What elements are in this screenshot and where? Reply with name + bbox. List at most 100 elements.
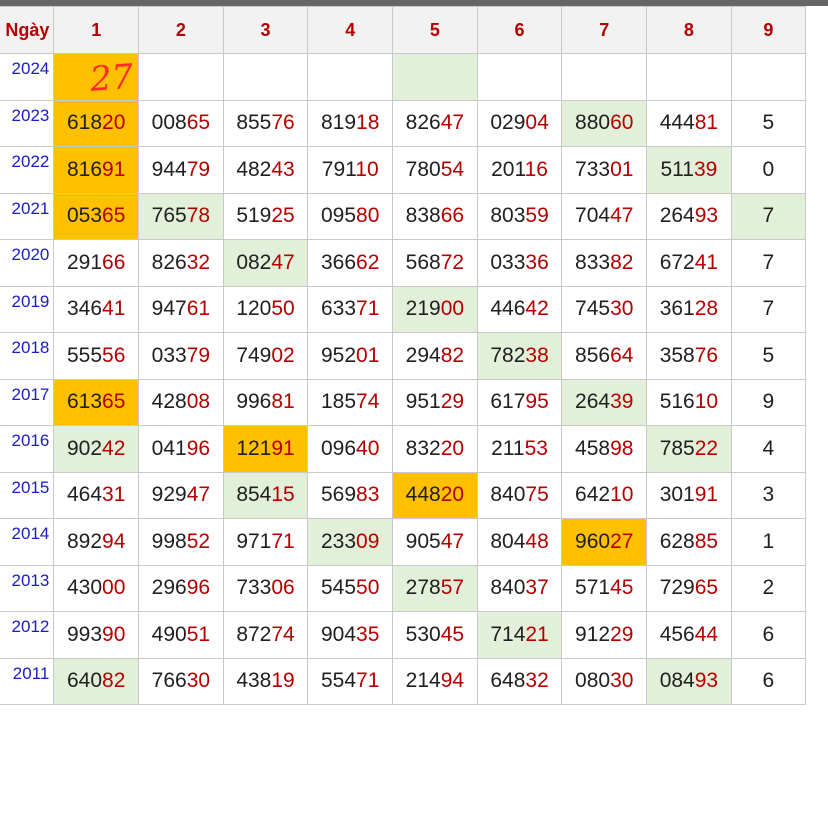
number-tail-digits: 81 (271, 390, 295, 414)
result-cell: 85415 (222, 471, 309, 519)
number-tail-digits: 08 (186, 390, 211, 414)
table-row: 2021 05365 76578 51925 09580 83866 80359 70447 2… (0, 192, 807, 240)
column-header-4[interactable]: 4 (307, 6, 394, 54)
number-head-digits: 838 (405, 204, 441, 228)
number-tail-digits: 91 (102, 157, 126, 181)
number-head-digits: 929 (151, 483, 187, 507)
result-cell: 29482 (392, 332, 478, 380)
result-cell: 90242 (53, 425, 140, 473)
number-tail-digits: 41 (102, 297, 126, 321)
result-cell: 7 (730, 239, 807, 287)
number-head-digits: 482 (236, 157, 272, 181)
number-head-digits: 214 (405, 669, 441, 693)
number-tail-digits: 66 (102, 250, 126, 274)
table-row: 2017 61365 42808 99681 18574 95129 61795 26439 5… (0, 378, 807, 426)
result-cell: 83220 (392, 425, 478, 473)
number-head-digits: 458 (575, 436, 611, 460)
result-cell: 99852 (138, 518, 224, 566)
result-cell: 78054 (392, 146, 478, 194)
number-tail-digits: 06 (271, 576, 295, 600)
number-tail-digits: 38 (525, 343, 549, 367)
number-head-digits: 633 (321, 297, 357, 321)
result-cell: 5 (730, 332, 807, 380)
result-cell: 87274 (222, 611, 309, 659)
number-head-digits: 749 (236, 343, 272, 367)
result-cell: 05365 (53, 192, 140, 240)
day-column-header[interactable]: Ngày (0, 6, 55, 54)
column-header-9[interactable]: 9 (730, 6, 807, 54)
result-cell (307, 53, 394, 101)
result-cell: 90435 (307, 611, 394, 659)
number-head-digits: 264 (575, 390, 611, 414)
result-cell: 18574 (307, 378, 394, 426)
result-cell: 81691 (53, 146, 140, 194)
number-head-digits: 819 (321, 111, 357, 135)
number-head-digits: 833 (575, 250, 611, 274)
result-cell: 64210 (561, 471, 648, 519)
number-head-digits: 095 (321, 204, 357, 228)
number-tail-digits: 85 (694, 529, 719, 553)
column-header-1[interactable]: 1 (53, 6, 140, 54)
result-cell: 4 (730, 425, 807, 473)
number-head-digits: 120 (236, 297, 272, 321)
result-cell: 96027 (561, 518, 648, 566)
number-tail-digits: 01 (610, 157, 634, 181)
result-cell: 0 (730, 146, 807, 194)
number-tail-digits: 94 (102, 529, 126, 553)
number-tail-digits: 64 (610, 343, 634, 367)
result-cell: 56872 (392, 239, 478, 287)
number-tail-digits: 75 (525, 483, 549, 507)
number-head-digits: 816 (66, 157, 103, 181)
column-header-7[interactable]: 7 (561, 6, 648, 54)
number-head-digits: 840 (490, 483, 526, 507)
number-head-digits: 902 (66, 436, 103, 460)
result-cell: 44642 (476, 285, 563, 333)
handwritten-note-text: 27 (88, 58, 135, 96)
column-header-6[interactable]: 6 (476, 6, 563, 54)
result-cell: 55556 (53, 332, 140, 380)
lottery-results-table: Ngày 123456789 2024 27 2023 61820 00865 85576… (0, 6, 807, 705)
result-cell: 92947 (138, 471, 224, 519)
column-header-8[interactable]: 8 (646, 6, 732, 54)
number-tail-digits: 56 (102, 343, 126, 367)
result-cell: 78522 (646, 425, 732, 473)
result-cell: 94479 (138, 146, 224, 194)
number-tail-digits: 91 (271, 436, 295, 460)
number-tail-digits: 66 (440, 204, 465, 228)
number-head-digits: 080 (575, 669, 611, 693)
result-cell: 44481 (646, 99, 732, 147)
result-cell: 7 (730, 285, 807, 333)
number-tail-digits: 96 (186, 436, 211, 460)
column-header-3[interactable]: 3 (222, 6, 309, 54)
result-cell (561, 53, 648, 101)
number-head-digits: 301 (659, 483, 695, 507)
number-head-digits: 780 (405, 157, 441, 181)
column-header-5[interactable]: 5 (392, 6, 478, 54)
number-head-digits: 7 (762, 297, 775, 321)
number-tail-digits: 47 (186, 483, 211, 507)
number-tail-digits: 27 (610, 529, 634, 553)
number-head-digits: 0 (762, 157, 775, 181)
handwritten-note: 27 (88, 58, 135, 96)
result-cell: 70447 (561, 192, 648, 240)
number-tail-digits: 37 (525, 576, 549, 600)
result-cell: 43000 (53, 564, 140, 612)
number-tail-digits: 72 (440, 250, 465, 274)
number-tail-digits: 74 (356, 390, 380, 414)
result-cell: 08030 (561, 657, 648, 705)
result-cell: 51139 (646, 146, 732, 194)
number-head-digits: 855 (236, 111, 272, 135)
number-tail-digits: 71 (356, 297, 380, 321)
result-cell: 99390 (53, 611, 140, 659)
result-cell: 89294 (53, 518, 140, 566)
number-head-digits: 041 (151, 436, 187, 460)
year-label: 2024 (0, 53, 55, 101)
number-tail-digits: 71 (356, 669, 380, 693)
number-head-digits: 733 (236, 576, 272, 600)
number-tail-digits: 82 (440, 343, 465, 367)
column-header-2[interactable]: 2 (138, 6, 224, 54)
number-tail-digits: 36 (525, 250, 549, 274)
result-cell: 21494 (392, 657, 478, 705)
number-tail-digits: 57 (440, 576, 465, 600)
result-cell: 82647 (392, 99, 478, 147)
